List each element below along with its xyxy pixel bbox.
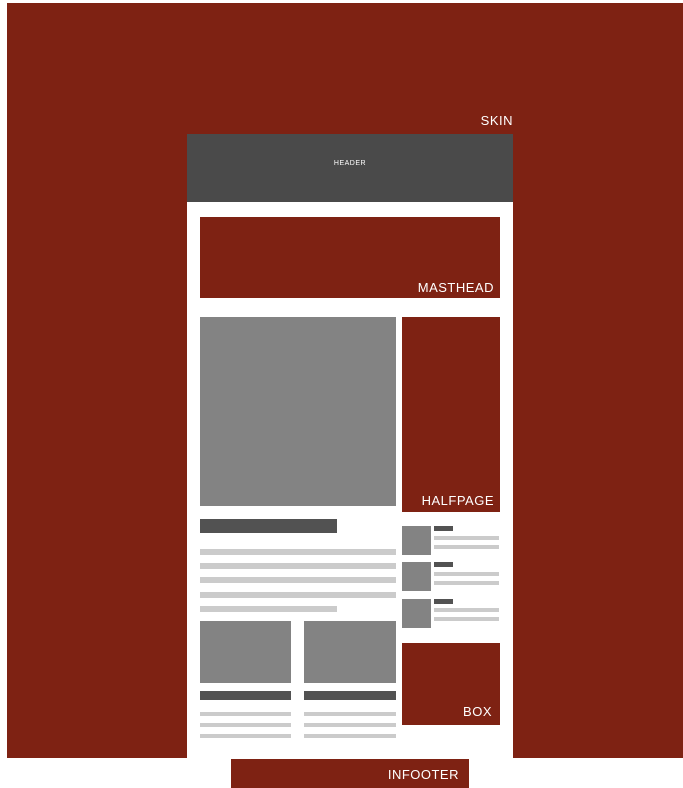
card-image-placeholder — [200, 621, 291, 683]
header-area: HEADER — [187, 134, 513, 202]
sidebar-item-text-line — [434, 536, 499, 540]
card-image-placeholder — [304, 621, 396, 683]
card-title-placeholder — [304, 691, 396, 700]
card-text-line — [304, 734, 396, 738]
infooter-label: INFOOTER — [387, 767, 459, 782]
card-text-line — [304, 712, 396, 716]
skin-label: SKIN — [480, 113, 513, 128]
sidebar-item-title — [434, 562, 453, 567]
sidebar-item-text-line — [434, 572, 499, 576]
card-text-line — [200, 723, 291, 727]
card-text-line — [200, 712, 291, 716]
halfpage-label: HALFPAGE — [421, 493, 494, 508]
article-text-line — [200, 606, 337, 612]
article-text-line — [200, 549, 396, 555]
article-title-placeholder — [200, 519, 337, 533]
article-text-line — [200, 592, 396, 598]
sidebar-item-title — [434, 599, 453, 604]
sidebar-item-thumbnail — [402, 599, 431, 628]
sidebar-item-thumbnail — [402, 562, 431, 591]
card-text-line — [200, 734, 291, 738]
infooter-ad-slot: INFOOTER — [231, 759, 469, 788]
sidebar-item-thumbnail — [402, 526, 431, 555]
article-text-line — [200, 577, 396, 583]
sidebar-item-text-line — [434, 545, 499, 549]
hero-image-placeholder — [200, 317, 396, 506]
halfpage-ad-slot: HALFPAGE — [402, 317, 500, 512]
box-ad-slot: BOX — [402, 643, 500, 725]
sidebar-item-text-line — [434, 608, 499, 612]
card-title-placeholder — [200, 691, 291, 700]
sidebar-item-title — [434, 526, 453, 531]
sidebar-item-text-line — [434, 581, 499, 585]
article-text-line — [200, 563, 396, 569]
masthead-label: MASTHEAD — [417, 280, 494, 295]
sidebar-item-text-line — [434, 617, 499, 621]
header-label: HEADER — [333, 160, 367, 167]
masthead-ad-slot: MASTHEAD — [200, 217, 500, 298]
box-label: BOX — [463, 704, 492, 719]
card-text-line — [304, 723, 396, 727]
